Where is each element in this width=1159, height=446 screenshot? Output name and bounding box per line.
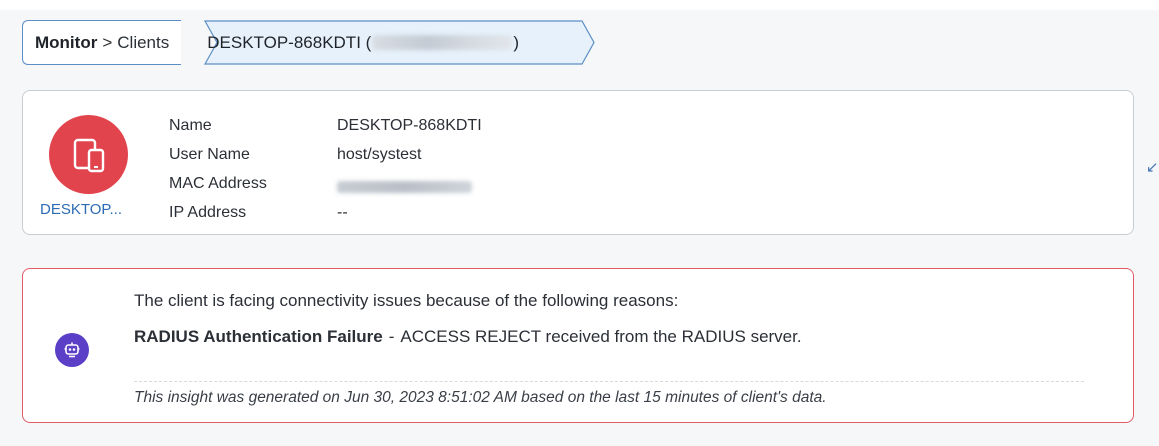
detail-value: host/systest (337, 145, 422, 163)
insight-reason: RADIUS Authentication Failure - ACCESS REJ… (134, 327, 802, 347)
breadcrumb-root[interactable]: Monitor > Clients (22, 20, 182, 65)
collapse-arrow-icon[interactable]: ↙ (1146, 158, 1159, 176)
client-details: Name DESKTOP-868KDTI User Name host/syst… (169, 111, 482, 227)
insight-divider (134, 381, 1084, 382)
top-strip (0, 0, 1159, 10)
detail-row-ip: IP Address -- (169, 198, 482, 227)
detail-row-username: User Name host/systest (169, 140, 482, 169)
detail-value: DESKTOP-868KDTI (337, 116, 482, 134)
detail-value: -- (337, 203, 348, 221)
insight-intro-text: The client is facing connectivity issues… (134, 291, 679, 310)
robot-icon (55, 333, 89, 367)
detail-label: IP Address (169, 203, 247, 221)
insight-reason-dash: - (388, 327, 395, 346)
connectivity-insight-card: The client is facing connectivity issues… (22, 268, 1134, 423)
breadcrumb-monitor-link[interactable]: Monitor (35, 33, 97, 53)
client-avatar (49, 115, 128, 194)
detail-label: MAC Address (169, 174, 267, 192)
detail-row-mac: MAC Address (169, 169, 482, 198)
insight-footer: This insight was generated on Jun 30, 20… (134, 389, 827, 406)
breadcrumb-separator: > (102, 32, 113, 52)
redacted-ip (372, 35, 513, 50)
breadcrumb-current-client: DESKTOP-868KDTI () (181, 20, 551, 65)
breadcrumb-clients-link[interactable]: Clients (117, 33, 169, 53)
redacted-mac-address (337, 180, 472, 193)
client-summary-card: DESKTOP... Name DESKTOP-868KDTI User Nam… (22, 90, 1134, 235)
detail-label: Name (169, 116, 212, 134)
detail-row-name: Name DESKTOP-868KDTI (169, 111, 482, 140)
mobile-devices-icon (73, 138, 104, 172)
robot-glyph (64, 342, 80, 358)
insight-reason-detail: ACCESS REJECT received from the RADIUS s… (400, 327, 802, 346)
breadcrumb: Monitor > Clients DESKTOP-868KDTI () (22, 20, 595, 65)
detail-label: User Name (169, 145, 250, 163)
client-avatar-caption[interactable]: DESKTOP... (40, 201, 140, 218)
insight-reason-title: RADIUS Authentication Failure (134, 327, 383, 346)
breadcrumb-current-suffix: ) (513, 32, 519, 52)
breadcrumb-current-prefix: DESKTOP-868KDTI ( (207, 32, 372, 52)
